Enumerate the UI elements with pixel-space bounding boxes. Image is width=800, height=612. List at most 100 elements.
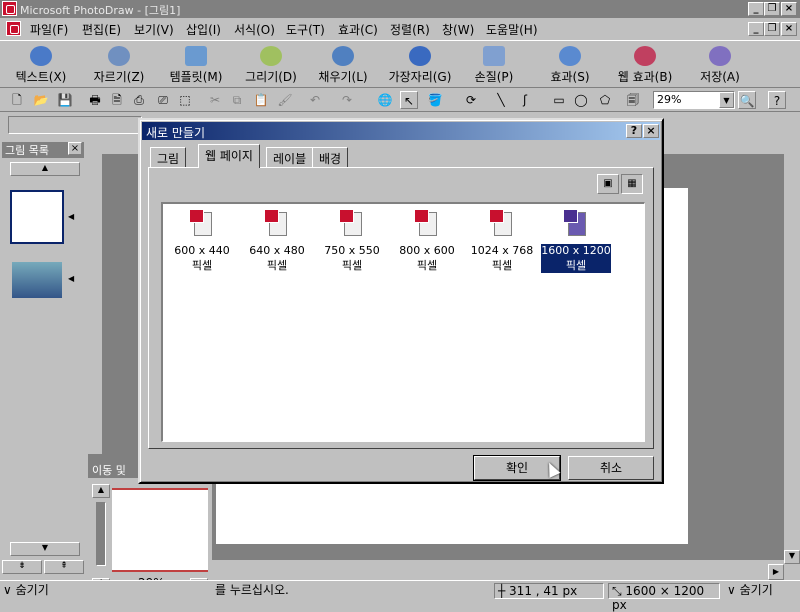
scroll-up-button[interactable]: ▲: [10, 162, 80, 176]
undo-icon[interactable]: ↶: [306, 91, 324, 109]
format-painter-icon[interactable]: 🖌: [276, 91, 294, 109]
touchup-button[interactable]: 손질(P): [464, 43, 524, 87]
tab-background[interactable]: 배경: [312, 147, 349, 167]
edge-button[interactable]: 가장자리(G): [382, 43, 458, 87]
list-item[interactable]: 750 x 550 픽셀: [317, 208, 387, 273]
tab-picture[interactable]: 그림: [150, 147, 187, 167]
zoom-slider[interactable]: [96, 502, 106, 566]
print-icon[interactable]: 🖶: [86, 91, 104, 109]
document-icon[interactable]: [6, 21, 21, 36]
draw-button[interactable]: 그리기(D): [238, 43, 304, 87]
paint-bucket-icon[interactable]: 🪣: [426, 91, 444, 109]
ellipse-icon[interactable]: ◯: [572, 91, 590, 109]
effects-button[interactable]: 효과(S): [540, 43, 600, 87]
cancel-button[interactable]: 취소: [568, 456, 654, 480]
picture-thumbnail-1[interactable]: [10, 190, 64, 244]
save-icon: [709, 46, 731, 66]
close-button[interactable]: ×: [781, 2, 797, 16]
open-icon[interactable]: 📂: [32, 91, 50, 109]
zoom-in-button[interactable]: ▲: [92, 484, 110, 498]
scroll-down-button[interactable]: ▼: [10, 542, 80, 556]
menu-effects[interactable]: 효과(C): [338, 21, 378, 38]
rectangle-icon[interactable]: ▭: [550, 91, 568, 109]
touchup-icon: [483, 46, 505, 66]
dialog-help-icon[interactable]: ?: [626, 124, 642, 138]
print-preview-icon[interactable]: 🗎: [108, 91, 126, 109]
zoom-select[interactable]: 29% ▼: [653, 91, 735, 109]
save-icon[interactable]: 💾: [56, 91, 74, 109]
chevron-down-icon[interactable]: ▼: [719, 92, 734, 108]
scroll-right-arrow-icon[interactable]: ▶: [768, 564, 784, 580]
list-item[interactable]: 600 x 440 픽셀: [167, 208, 237, 273]
crop-button[interactable]: 자르기(Z): [86, 43, 152, 87]
tab-label[interactable]: 레이블: [266, 147, 314, 167]
menu-arrange[interactable]: 정렬(R): [390, 21, 430, 38]
large-icons-view-icon[interactable]: ▣: [597, 174, 619, 194]
web-effects-button[interactable]: 웹 효과(B): [610, 43, 680, 87]
list-item[interactable]: 800 x 600 픽셀: [392, 208, 462, 273]
vertical-scrollbar[interactable]: ▼: [784, 140, 800, 580]
horizontal-scrollbar[interactable]: ▶: [214, 564, 784, 580]
pan-preview[interactable]: [112, 488, 208, 572]
list-item[interactable]: 1024 x 768 픽셀: [467, 208, 537, 273]
picture-thumbnail-2[interactable]: [12, 262, 62, 298]
dialog-titlebar: 새로 만들기 ? ×: [142, 122, 660, 140]
photodraw-app-icon[interactable]: [2, 1, 17, 16]
fill-icon: [332, 46, 354, 66]
template-button[interactable]: 템플릿(M): [160, 43, 232, 87]
doc-minimize-button[interactable]: _: [748, 22, 764, 36]
scroll-top-button[interactable]: ⇞: [44, 560, 84, 574]
line-icon[interactable]: ╲: [492, 91, 510, 109]
digital-camera-icon[interactable]: ⬚: [176, 91, 194, 109]
hide-toggle-left[interactable]: ∨ 숨기기: [0, 583, 52, 599]
dialog-close-icon[interactable]: ×: [643, 124, 659, 138]
doc-restore-button[interactable]: ❐: [764, 22, 780, 36]
list-view-icon[interactable]: ▦: [621, 174, 643, 194]
restore-button[interactable]: ❐: [764, 2, 780, 16]
pointer-icon[interactable]: ↖: [400, 91, 418, 109]
menu-window[interactable]: 창(W): [442, 21, 474, 38]
menu-help[interactable]: 도움말(H): [486, 21, 538, 38]
new-icon[interactable]: 🗋: [8, 91, 26, 109]
doc-close-button[interactable]: ×: [781, 22, 797, 36]
status-hint: 를 누르십시오.: [215, 583, 289, 597]
help-icon[interactable]: ?: [768, 91, 786, 109]
picture-list-panel: 그림 목록 × ▲ ◀ ◀ ▼ ⇟ ⇞: [0, 140, 86, 580]
menu-insert[interactable]: 삽입(I): [186, 21, 221, 38]
menu-format[interactable]: 서식(O): [234, 21, 275, 38]
menu-tools[interactable]: 도구(T): [286, 21, 325, 38]
new-dialog: 새로 만들기 ? × 그림 웹 페이지 레이블 배경 ▣ ▦ 600 x 440…: [138, 118, 664, 484]
text-button[interactable]: 텍스트(X): [8, 43, 74, 87]
panel-close-icon[interactable]: ×: [68, 142, 82, 155]
window-titlebar: Microsoft PhotoDraw - [그림1] _ ❐ ×: [0, 0, 800, 18]
camera-icon[interactable]: ⎚: [154, 91, 172, 109]
scroll-down-arrow-icon[interactable]: ▼: [784, 550, 800, 564]
redo-icon[interactable]: ↷: [338, 91, 356, 109]
list-item[interactable]: 640 x 480 픽셀: [242, 208, 312, 273]
cut-icon[interactable]: ✂: [206, 91, 224, 109]
scroll-bottom-button[interactable]: ⇟: [2, 560, 42, 574]
template-list: 600 x 440 픽셀 640 x 480 픽셀 750 x 550 픽셀 800 …: [161, 202, 645, 442]
save-visual-button[interactable]: 저장(A): [690, 43, 750, 87]
menu-file[interactable]: 파일(F): [30, 21, 68, 38]
menu-edit[interactable]: 편집(E): [82, 21, 121, 38]
web-icon[interactable]: 🌐: [376, 91, 394, 109]
paste-icon[interactable]: 📋: [252, 91, 270, 109]
curve-icon[interactable]: ʃ: [516, 91, 534, 109]
menu-view[interactable]: 보기(V): [134, 21, 174, 38]
web-template-icon: [560, 208, 592, 240]
text-tool-icon[interactable]: 🗐: [624, 91, 642, 109]
zoom-icon[interactable]: 🔍: [738, 91, 756, 109]
fill-button[interactable]: 채우기(L): [310, 43, 376, 87]
shape-icon[interactable]: ⬠: [596, 91, 614, 109]
property-field[interactable]: [8, 116, 142, 134]
list-item-selected[interactable]: 1600 x 1200 픽셀: [541, 208, 611, 273]
tab-web-page[interactable]: 웹 페이지: [198, 144, 260, 168]
copy-icon[interactable]: ⧉: [228, 91, 246, 109]
scan-icon[interactable]: ⎙: [130, 91, 148, 109]
rotate-icon[interactable]: ⟳: [462, 91, 480, 109]
thumbnail-arrow-icon: ◀: [68, 212, 75, 221]
hide-toggle-right[interactable]: ∨ 숨기기: [724, 583, 776, 599]
minimize-button[interactable]: _: [748, 2, 764, 16]
window-title: Microsoft PhotoDraw - [그림1]: [20, 4, 181, 17]
